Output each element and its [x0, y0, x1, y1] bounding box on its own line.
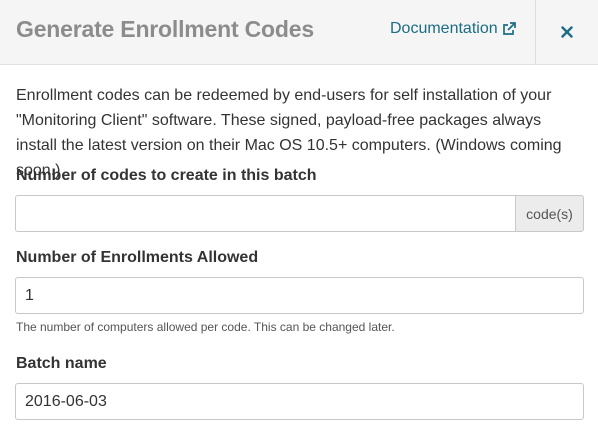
close-button[interactable]	[536, 0, 598, 64]
codes-count-input[interactable]	[15, 195, 515, 232]
codes-count-addon: code(s)	[515, 195, 584, 232]
documentation-link-label: Documentation	[390, 20, 498, 37]
enrollments-allowed-input[interactable]	[15, 277, 584, 314]
close-icon	[561, 26, 573, 38]
codes-count-group: code(s)	[15, 195, 584, 232]
modal-title: Generate Enrollment Codes	[16, 16, 314, 42]
documentation-link[interactable]: Documentation	[390, 20, 517, 38]
modal-header: Generate Enrollment Codes Documentation	[0, 0, 598, 65]
batch-name-label: Batch name	[16, 355, 107, 372]
batch-name-input[interactable]	[15, 383, 584, 420]
external-link-icon	[502, 22, 516, 35]
enrollments-allowed-label: Number of Enrollments Allowed	[16, 249, 259, 266]
enrollments-help-text: The number of computers allowed per code…	[16, 320, 395, 334]
codes-count-label: Number of codes to create in this batch	[16, 167, 317, 184]
